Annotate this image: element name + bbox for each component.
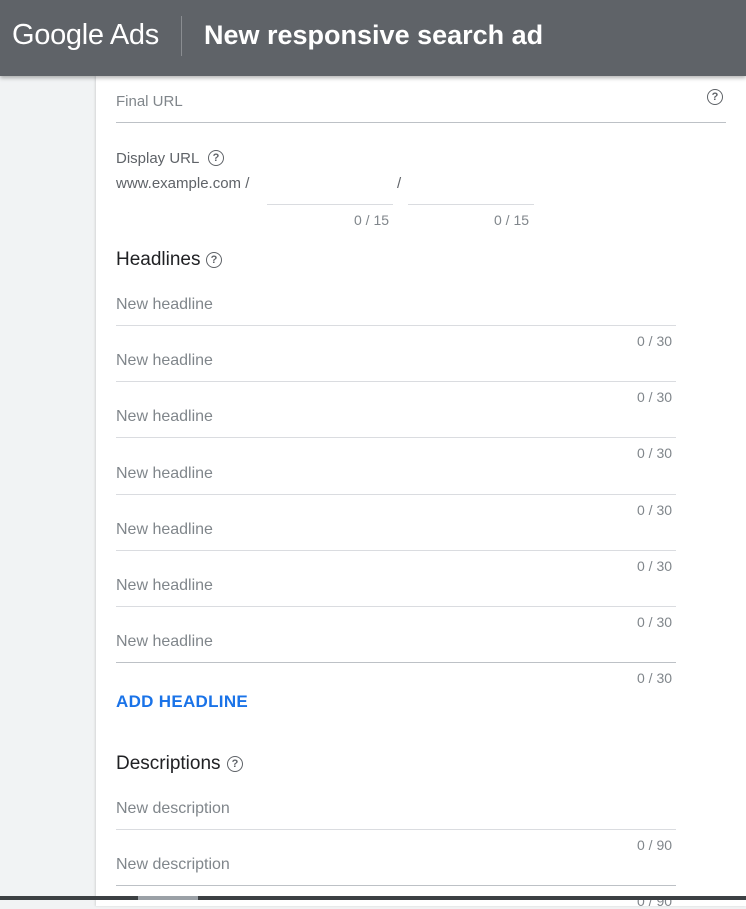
headline-counter: 0 / 30 [637,333,673,349]
headline-counter: 0 / 30 [637,389,673,406]
scrollbar-thumb[interactable] [138,896,198,900]
path2-input[interactable] [408,204,534,205]
final-url-underline [116,122,726,123]
headline-input[interactable]: New headline [116,296,213,314]
headline-underline [116,437,676,439]
header-divider [181,16,182,56]
description-input[interactable]: New description [116,800,230,818]
headline-counter: 0 / 30 [637,501,673,518]
display-url-domain: www.example.com / [116,175,250,192]
final-url-input[interactable]: Final URL [116,93,183,110]
path-separator: / [397,175,402,192]
descriptions-title: Descriptions [116,753,221,774]
description-input[interactable]: New description [116,856,230,874]
headline-underline [116,493,676,495]
page-title: New responsive search ad [204,20,544,50]
headline-input[interactable]: New headline [116,352,213,370]
headline-counter: 0 / 30 [637,445,673,462]
horizontal-scrollbar[interactable] [0,896,746,900]
description-underline [116,885,676,886]
headline-counter: 0 / 30 [637,670,673,687]
headline-underline [116,325,676,326]
headline-input[interactable]: New headline [116,521,213,539]
description-underline [116,829,676,830]
path1-counter: 0 / 15 [354,212,390,228]
ad-form-panel: Final URL ? Display URL ? www.example.co… [96,76,746,909]
headline-underline [116,381,676,383]
description-counter: 0 / 90 [637,837,673,853]
headline-input[interactable]: New headline [116,633,213,651]
headlines-title: Headlines [116,249,201,270]
help-circle-icon[interactable]: ? [707,89,723,105]
headline-underline [116,606,676,607]
add-headline-button[interactable]: ADD HEADLINE [116,692,248,712]
headline-input[interactable]: New headline [116,577,213,595]
help-circle-icon[interactable]: ? [206,252,222,268]
headline-underline [116,549,676,551]
google-ads-logo[interactable]: Google Ads [12,19,159,52]
path1-input[interactable] [267,204,393,205]
headline-counter: 0 / 30 [637,557,673,574]
headline-input[interactable]: New headline [116,408,213,426]
display-url-label: Display URL [116,150,200,167]
app-header: Google Ads New responsive search ad [0,0,746,76]
path2-counter: 0 / 15 [494,212,530,228]
help-circle-icon[interactable]: ? [227,756,243,772]
headline-counter: 0 / 30 [637,614,673,630]
headline-input[interactable]: New headline [116,465,213,483]
help-circle-icon[interactable]: ? [208,150,224,166]
headline-underline [116,662,676,664]
